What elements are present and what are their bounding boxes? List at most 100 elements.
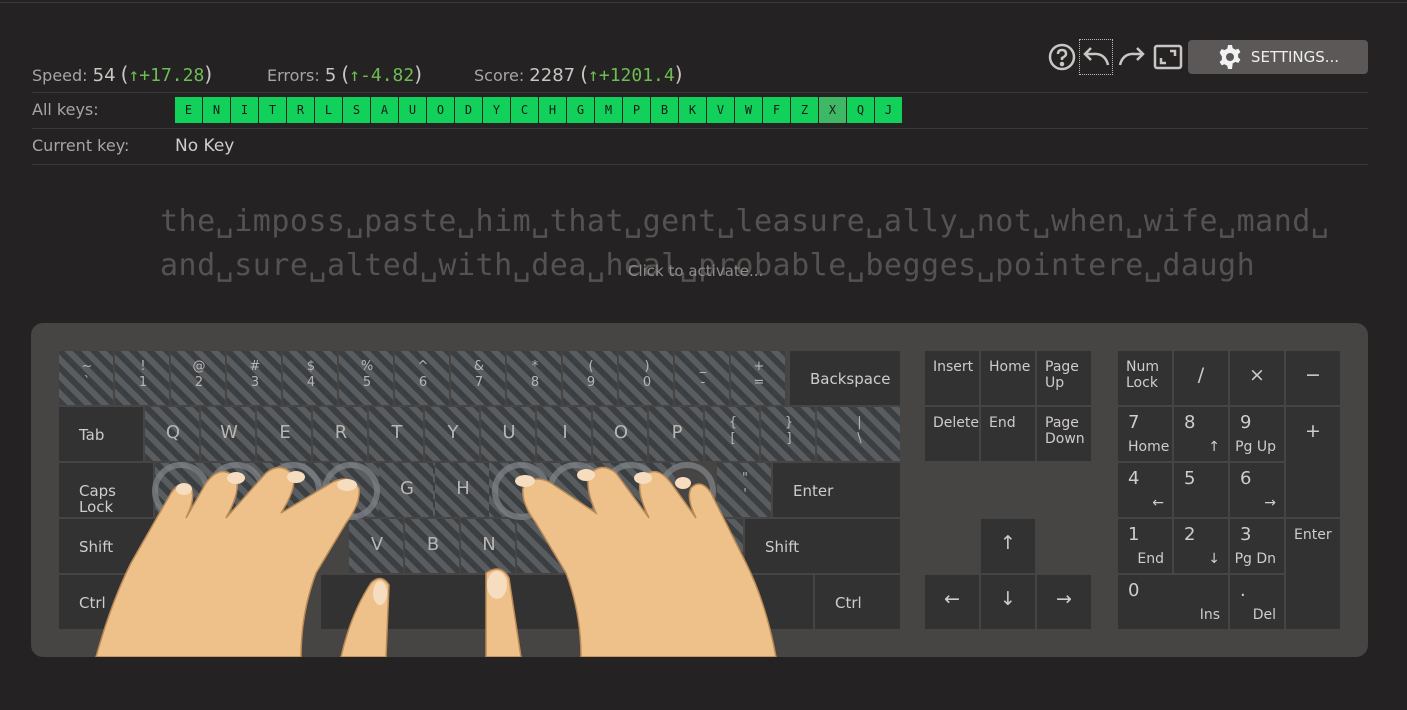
key-quote[interactable]: " '	[717, 463, 771, 517]
key-np-9[interactable]: 9 Pg Up	[1230, 407, 1284, 461]
key-b[interactable]: B	[405, 519, 459, 573]
key-h[interactable]: H	[435, 463, 489, 517]
key-np-enter[interactable]: Enter	[1286, 519, 1340, 629]
key-chip[interactable]: P	[623, 97, 650, 123]
key-np-6[interactable]: 6 →	[1230, 463, 1284, 517]
key-np-plus[interactable]: +	[1286, 407, 1340, 517]
key-np-divide[interactable]: /	[1174, 351, 1228, 405]
help-button[interactable]	[1046, 40, 1078, 74]
key-space[interactable]	[321, 575, 601, 629]
key-p[interactable]: P	[649, 407, 703, 461]
key-delete[interactable]: Delete	[925, 407, 979, 461]
key-t[interactable]: T	[369, 407, 423, 461]
key-chip[interactable]: C	[511, 97, 538, 123]
key-np-7[interactable]: 7 Home	[1118, 407, 1172, 461]
key-chip[interactable]: H	[539, 97, 566, 123]
key-number-row[interactable]: (9	[563, 351, 617, 405]
key-np-8[interactable]: 8 ↑	[1174, 407, 1228, 461]
key-np-minus[interactable]: −	[1286, 351, 1340, 405]
key-chip[interactable]: K	[679, 97, 706, 123]
key-arrow-right[interactable]: →	[1037, 575, 1091, 629]
key-shift-right[interactable]: Shift	[745, 519, 900, 573]
key-alt-right[interactable]: t	[731, 575, 813, 629]
key-tab[interactable]: Tab	[59, 407, 143, 461]
key-q[interactable]: Q	[145, 407, 199, 461]
key-arrow-down[interactable]: ↓	[981, 575, 1035, 629]
key-chip[interactable]: B	[651, 97, 678, 123]
redo-button[interactable]	[1116, 40, 1148, 74]
key-y[interactable]: Y	[425, 407, 479, 461]
key-o[interactable]: O	[593, 407, 647, 461]
key-shift-left[interactable]: Shift	[59, 519, 179, 573]
key-chip[interactable]: M	[595, 97, 622, 123]
key-backspace[interactable]: Backspace	[790, 351, 900, 405]
key-chip[interactable]: L	[315, 97, 342, 123]
key-chip[interactable]: W	[735, 97, 762, 123]
key-page-down[interactable]: Page Down	[1037, 407, 1091, 461]
key-chip[interactable]: T	[259, 97, 286, 123]
key-chip[interactable]: O	[427, 97, 454, 123]
key-chip[interactable]: V	[707, 97, 734, 123]
key-number-row[interactable]: $4	[283, 351, 337, 405]
key-chip[interactable]: N	[203, 97, 230, 123]
key-caps-lock[interactable]: Caps Lock	[59, 463, 153, 517]
settings-button[interactable]: SETTINGS...	[1188, 40, 1368, 74]
key-bracket[interactable]: }]	[761, 407, 815, 461]
undo-button[interactable]	[1079, 39, 1113, 75]
key-number-row[interactable]: ) 0	[619, 351, 673, 405]
key-x[interactable]: X	[237, 519, 291, 573]
key-np-3[interactable]: 3 Pg Dn	[1230, 519, 1284, 573]
key-chip[interactable]: D	[455, 97, 482, 123]
key-np-5[interactable]: 5	[1174, 463, 1228, 517]
fullscreen-button[interactable]	[1152, 40, 1184, 74]
key-number-row[interactable]: #3	[227, 351, 281, 405]
key-chip[interactable]: X	[819, 97, 846, 123]
key-np-multiply[interactable]: ×	[1230, 351, 1284, 405]
key-number-row[interactable]: & 7	[451, 351, 505, 405]
key-bracket[interactable]: {[	[705, 407, 759, 461]
key-g[interactable]: G	[379, 463, 433, 517]
key-number-row[interactable]: ^ 6	[395, 351, 449, 405]
key-chip[interactable]: U	[399, 97, 426, 123]
key-r[interactable]: R	[313, 407, 367, 461]
key-number-row[interactable]: _ -	[675, 351, 729, 405]
key-ctrl-left[interactable]: Ctrl	[59, 575, 169, 629]
key-chip[interactable]: E	[175, 97, 202, 123]
key-number-row[interactable]: + =	[731, 351, 785, 405]
key-end[interactable]: End	[981, 407, 1035, 461]
key-arrow-up[interactable]: ↑	[981, 519, 1035, 573]
key-chip[interactable]: I	[231, 97, 258, 123]
key-home[interactable]: Home	[981, 351, 1035, 405]
key-number-row[interactable]: * 8	[507, 351, 561, 405]
key-enter[interactable]: Enter	[773, 463, 900, 517]
key-number-row[interactable]: ~ `	[59, 351, 113, 405]
key-chip[interactable]: Z	[791, 97, 818, 123]
key-chip[interactable]: A	[371, 97, 398, 123]
key-v[interactable]: V	[349, 519, 403, 573]
key-number-row[interactable]: ! 1	[115, 351, 169, 405]
key-i[interactable]: I	[537, 407, 591, 461]
key-n[interactable]: N	[461, 519, 515, 573]
key-np-dot[interactable]: . Del	[1230, 575, 1284, 629]
key-chip[interactable]: S	[343, 97, 370, 123]
key-num-lock[interactable]: Num Lock	[1118, 351, 1172, 405]
key-number-row[interactable]: @2	[171, 351, 225, 405]
key-number-row[interactable]: % 5	[339, 351, 393, 405]
key-arrow-left[interactable]: ←	[925, 575, 979, 629]
key-np-2[interactable]: 2 ↓	[1174, 519, 1228, 573]
key-chip[interactable]: J	[875, 97, 902, 123]
key-np-0[interactable]: 0 Ins	[1118, 575, 1228, 629]
key-w[interactable]: W	[201, 407, 255, 461]
click-to-activate[interactable]: Click to activate...	[628, 262, 763, 280]
key-page-up[interactable]: Page Up	[1037, 351, 1091, 405]
key-chip[interactable]: Y	[483, 97, 510, 123]
key-e[interactable]: E	[257, 407, 311, 461]
key-bracket[interactable]: | \	[817, 407, 900, 461]
key-np-4[interactable]: 4 ←	[1118, 463, 1172, 517]
key-u[interactable]: U	[481, 407, 535, 461]
key-insert[interactable]: Insert	[925, 351, 979, 405]
key-ctrl-right[interactable]: Ctrl	[815, 575, 900, 629]
key-chip[interactable]: F	[763, 97, 790, 123]
key-chip[interactable]: G	[567, 97, 594, 123]
key-np-1[interactable]: 1 End	[1118, 519, 1172, 573]
